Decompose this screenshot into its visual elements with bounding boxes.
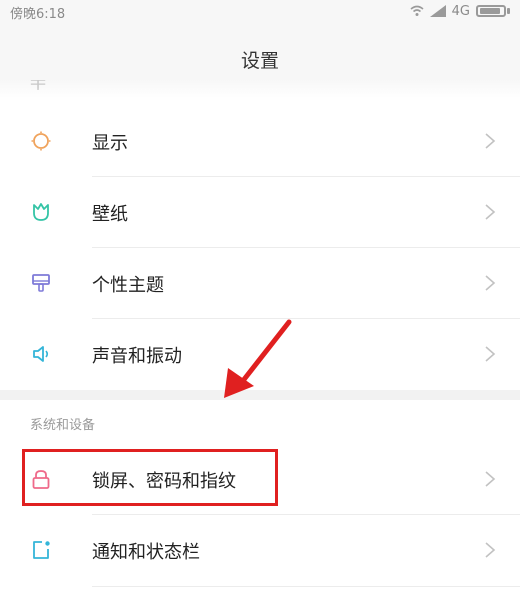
battery-icon xyxy=(476,5,506,17)
speaker-icon xyxy=(33,346,49,362)
settings-item-label: 壁纸 xyxy=(92,204,128,225)
section-title: 系统和设备 xyxy=(30,418,96,433)
page-title: 设置 xyxy=(240,50,279,72)
tulip-icon xyxy=(33,203,49,221)
chevron-right-icon xyxy=(485,542,496,558)
sun-icon xyxy=(31,131,51,151)
settings-item-display[interactable]: 显示 xyxy=(0,106,520,176)
partial-list-item: 十 十 xyxy=(30,80,47,90)
settings-item-label: 显示 xyxy=(92,133,128,154)
battery-tip xyxy=(507,8,510,14)
status-icons: 4G xyxy=(410,3,510,19)
notification-icon xyxy=(33,541,50,559)
settings-header: 设置 xyxy=(0,22,520,88)
brush-icon xyxy=(32,274,50,292)
chevron-right-icon xyxy=(485,346,496,362)
chevron-right-icon xyxy=(485,471,496,487)
settings-item-sound[interactable]: 声音和振动 xyxy=(0,319,520,389)
status-time: 傍晚6:18 xyxy=(10,7,66,22)
highlight-box xyxy=(22,449,278,506)
scroll-fade xyxy=(0,80,520,98)
section-separator xyxy=(0,390,520,400)
wifi-icon xyxy=(410,5,424,16)
status-bar: 傍晚6:18 4G xyxy=(0,0,520,22)
settings-item-themes[interactable]: 个性主题 xyxy=(0,248,520,318)
chevron-right-icon xyxy=(485,204,496,220)
settings-item-label: 个性主题 xyxy=(92,275,164,296)
settings-item-label: 通知和状态栏 xyxy=(92,542,200,563)
chevron-right-icon xyxy=(485,275,496,291)
settings-item-label: 声音和振动 xyxy=(92,346,182,367)
network-type: 4G xyxy=(451,3,470,19)
chevron-right-icon xyxy=(485,133,496,149)
signal-icon xyxy=(429,5,446,17)
settings-item-notifications[interactable]: 通知和状态栏 xyxy=(0,515,520,585)
settings-item-wallpaper[interactable]: 壁纸 xyxy=(0,177,520,247)
divider xyxy=(92,586,520,587)
